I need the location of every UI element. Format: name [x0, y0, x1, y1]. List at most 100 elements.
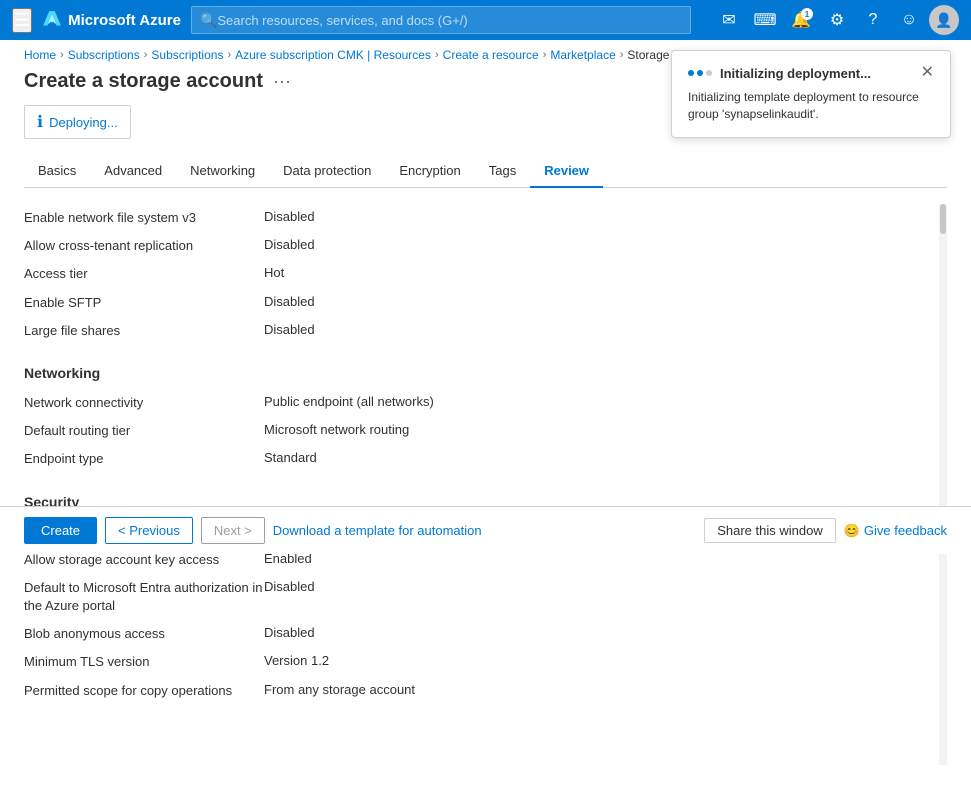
- search-bar[interactable]: 🔍: [191, 6, 691, 34]
- popup-dot-2: [697, 70, 703, 76]
- tab-advanced[interactable]: Advanced: [90, 155, 176, 188]
- hamburger-menu-button[interactable]: ☰: [12, 8, 32, 33]
- breadcrumb-sep-1: ›: [60, 49, 64, 61]
- tab-tags[interactable]: Tags: [475, 155, 530, 188]
- breadcrumb-subscriptions-1[interactable]: Subscriptions: [68, 48, 140, 62]
- deploying-text: Deploying...: [49, 115, 118, 130]
- property-row: Blob anonymous access Disabled: [24, 620, 919, 648]
- main-content: Enable network file system v3 Disabled A…: [24, 188, 939, 765]
- feedback-label: Give feedback: [864, 523, 947, 538]
- property-label: Default routing tier: [24, 422, 264, 440]
- tab-data-protection[interactable]: Data protection: [269, 155, 385, 188]
- popup-header: Initializing deployment... ✕: [688, 65, 934, 81]
- property-row: Default to Microsoft Entra authorization…: [24, 574, 919, 620]
- property-row: Network connectivity Public endpoint (al…: [24, 389, 919, 417]
- popup-dots: [688, 70, 712, 76]
- property-value: Disabled: [264, 209, 919, 224]
- property-label: Enable network file system v3: [24, 209, 264, 227]
- bell-icon-button[interactable]: 🔔 1: [785, 4, 817, 36]
- top-navigation: ☰ Microsoft Azure 🔍 ✉ ⌨ 🔔 1 ⚙ ? ☺: [0, 0, 971, 40]
- tab-encryption[interactable]: Encryption: [385, 155, 474, 188]
- breadcrumb-subscriptions-2[interactable]: Subscriptions: [151, 48, 223, 62]
- property-row: Enable SFTP Disabled: [24, 289, 919, 317]
- breadcrumb-create-resource[interactable]: Create a resource: [443, 48, 539, 62]
- property-row: Minimum TLS version Version 1.2: [24, 648, 919, 676]
- property-label: Allow cross-tenant replication: [24, 237, 264, 255]
- create-button[interactable]: Create: [24, 517, 97, 544]
- next-button: Next >: [201, 517, 265, 544]
- page-options-button[interactable]: ···: [273, 71, 291, 92]
- breadcrumb-sep-3: ›: [227, 49, 231, 61]
- scroll-thumb[interactable]: [940, 204, 946, 234]
- popup-title: Initializing deployment...: [720, 66, 871, 81]
- property-label: Access tier: [24, 265, 264, 283]
- property-label: Enable SFTP: [24, 294, 264, 312]
- search-input[interactable]: [217, 13, 682, 28]
- property-value: Public endpoint (all networks): [264, 394, 919, 409]
- search-icon: 🔍: [200, 12, 217, 29]
- settings-icon: ⚙: [830, 10, 844, 30]
- page-title: Create a storage account: [24, 70, 263, 93]
- property-label: Permitted scope for copy operations: [24, 682, 264, 700]
- download-template-button[interactable]: Download a template for automation: [273, 523, 482, 538]
- app-logo: Microsoft Azure: [42, 10, 181, 30]
- property-label: Endpoint type: [24, 450, 264, 468]
- terminal-icon: ⌨: [753, 10, 776, 30]
- property-row: Large file shares Disabled: [24, 317, 919, 345]
- popup-notification: Initializing deployment... ✕ Initializin…: [671, 50, 951, 138]
- property-value: From any storage account: [264, 682, 919, 697]
- popup-close-button[interactable]: ✕: [921, 65, 934, 81]
- tab-review[interactable]: Review: [530, 155, 603, 188]
- breadcrumb-sep-2: ›: [144, 49, 148, 61]
- popup-dot-3: [706, 70, 712, 76]
- previous-button[interactable]: < Previous: [105, 517, 193, 544]
- property-value: Disabled: [264, 625, 919, 640]
- help-icon: ?: [869, 11, 878, 29]
- bottom-bar: Create < Previous Next > Download a temp…: [0, 506, 971, 554]
- popup-dot-1: [688, 70, 694, 76]
- scroll-track[interactable]: [939, 204, 947, 765]
- user-avatar[interactable]: 👤: [929, 5, 959, 35]
- property-row: Endpoint type Standard: [24, 445, 919, 473]
- next-label: Next >: [214, 523, 252, 538]
- feedback-icon-button[interactable]: ☺: [893, 4, 925, 36]
- help-icon-button[interactable]: ?: [857, 4, 889, 36]
- property-label: Blob anonymous access: [24, 625, 264, 643]
- property-row: Access tier Hot: [24, 260, 919, 288]
- property-row: Enable network file system v3 Disabled: [24, 204, 919, 232]
- feedback-icon: ☺: [901, 11, 917, 29]
- property-value: Disabled: [264, 294, 919, 309]
- app-name: Microsoft Azure: [68, 12, 181, 29]
- tab-basics[interactable]: Basics: [24, 155, 90, 188]
- breadcrumb-sep-4: ›: [435, 49, 439, 61]
- popup-body: Initializing template deployment to reso…: [688, 89, 934, 123]
- section-networking: Networking Network connectivity Public e…: [24, 365, 919, 474]
- property-label: Minimum TLS version: [24, 653, 264, 671]
- feedback-smiley-icon: 😊: [844, 523, 860, 539]
- notification-badge: 1: [801, 8, 813, 20]
- terminal-icon-button[interactable]: ⌨: [749, 4, 781, 36]
- share-window-button[interactable]: Share this window: [704, 518, 836, 543]
- deploying-banner: ℹ Deploying...: [24, 105, 131, 139]
- page-content: Create a storage account ··· ℹ Deploying…: [0, 70, 971, 789]
- property-value: Disabled: [264, 322, 919, 337]
- section-advanced: Enable network file system v3 Disabled A…: [24, 204, 919, 345]
- breadcrumb-home[interactable]: Home: [24, 48, 56, 62]
- breadcrumb-cmk-resources[interactable]: Azure subscription CMK | Resources: [235, 48, 431, 62]
- property-row: Allow cross-tenant replication Disabled: [24, 232, 919, 260]
- property-label: Network connectivity: [24, 394, 264, 412]
- breadcrumb-marketplace[interactable]: Marketplace: [550, 48, 615, 62]
- breadcrumb-sep-6: ›: [620, 49, 624, 61]
- property-value: Version 1.2: [264, 653, 919, 668]
- email-icon-button[interactable]: ✉: [713, 4, 745, 36]
- popup-title-row: Initializing deployment...: [688, 66, 871, 81]
- property-row: Permitted scope for copy operations From…: [24, 677, 919, 705]
- settings-icon-button[interactable]: ⚙: [821, 4, 853, 36]
- property-value: Disabled: [264, 237, 919, 252]
- tab-networking[interactable]: Networking: [176, 155, 269, 188]
- property-row: Default routing tier Microsoft network r…: [24, 417, 919, 445]
- property-value: Hot: [264, 265, 919, 280]
- email-icon: ✉: [722, 10, 735, 30]
- give-feedback-button[interactable]: 😊 Give feedback: [844, 523, 947, 539]
- azure-logo-icon: [42, 10, 62, 30]
